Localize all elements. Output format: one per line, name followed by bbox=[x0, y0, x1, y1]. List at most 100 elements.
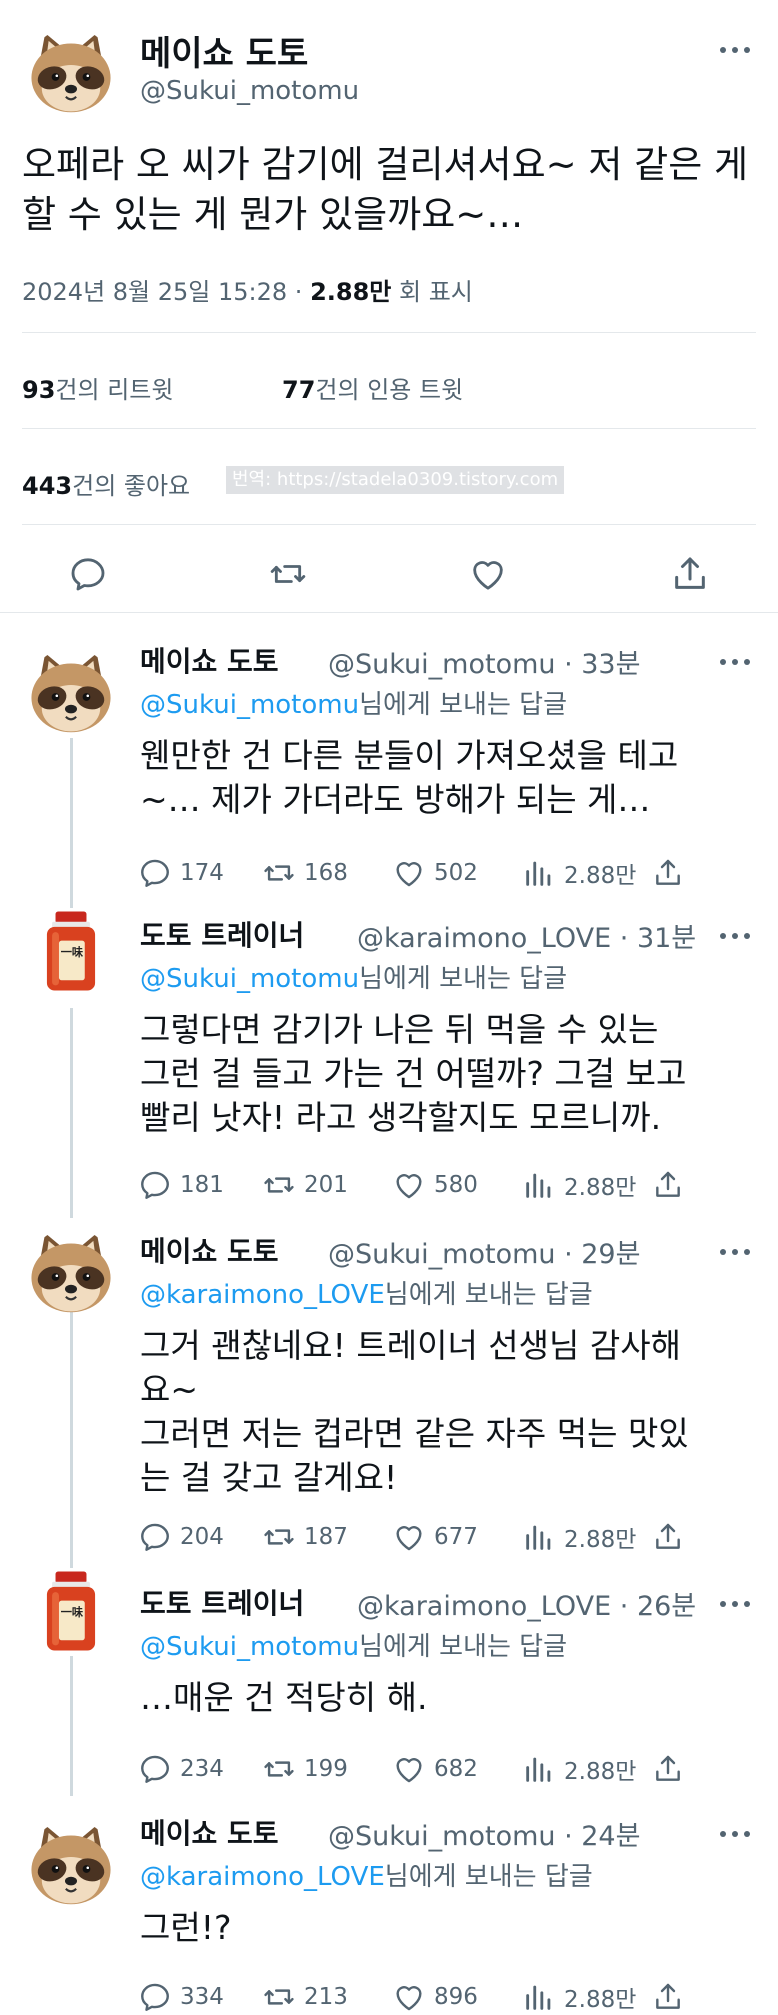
reply-icon bbox=[141, 1983, 169, 2011]
reply-to-handle-link[interactable]: @Sukui_motomu bbox=[140, 1632, 359, 1662]
likes-stat[interactable]: 443건의 좋아요 bbox=[22, 466, 190, 501]
reply-to-suffix: 님에게 보내는 답글 bbox=[359, 1632, 567, 1662]
like-count-button[interactable]: 502 bbox=[392, 856, 478, 890]
likes-count: 580 bbox=[434, 1172, 478, 1198]
thread-line bbox=[70, 1308, 73, 1568]
views-count: 2.88만 bbox=[564, 1527, 637, 1553]
views-icon bbox=[526, 1757, 551, 1782]
reply-author-handle[interactable]: @Sukui_motomu · 33분 bbox=[328, 642, 640, 681]
share-icon[interactable] bbox=[652, 1521, 684, 1553]
share-icon[interactable] bbox=[670, 554, 710, 594]
reply-to-line: @karaimono_LOVE님에게 보내는 답글 bbox=[140, 1856, 593, 1893]
raccoon-dog-icon bbox=[31, 1825, 111, 1905]
reply-author-handle[interactable]: @karaimono_LOVE · 26분 bbox=[357, 1584, 696, 1623]
author-name[interactable]: 메이쇼 도토 bbox=[140, 26, 308, 75]
views-count: 2.88만 bbox=[564, 1987, 637, 2013]
replies-count: 334 bbox=[180, 1984, 224, 2010]
reply-author-handle[interactable]: @karaimono_LOVE · 31분 bbox=[357, 916, 696, 955]
reply-author-name[interactable]: 도토 트레이너 bbox=[140, 1582, 304, 1622]
views-count-button[interactable]: 2.88만 bbox=[522, 1752, 636, 1786]
reply-count-button[interactable]: 174 bbox=[138, 856, 224, 890]
reply-author-name[interactable]: 도토 트레이너 bbox=[140, 914, 304, 954]
spice-jar-icon: 一味 bbox=[28, 908, 114, 994]
reply-count-button[interactable]: 181 bbox=[138, 1168, 224, 1202]
reply-count-button[interactable]: 334 bbox=[138, 1980, 224, 2014]
more-options-icon[interactable] bbox=[720, 926, 750, 946]
retweet-icon bbox=[264, 1989, 294, 2005]
views-count-button[interactable]: 2.88만 bbox=[522, 1980, 636, 2014]
retweets-count: 168 bbox=[304, 860, 348, 886]
share-icon[interactable] bbox=[652, 1169, 684, 1201]
reply-icon bbox=[141, 859, 169, 887]
views-icon bbox=[526, 1525, 551, 1550]
reply-to-handle-link[interactable]: @Sukui_motomu bbox=[140, 690, 359, 720]
like-icon bbox=[396, 1526, 422, 1551]
divider bbox=[0, 612, 778, 613]
reply-to-line: @Sukui_motomu님에게 보내는 답글 bbox=[140, 684, 567, 721]
jar-label: 一味 bbox=[61, 945, 84, 959]
author-handle[interactable]: @Sukui_motomu bbox=[140, 76, 359, 106]
reply-to-suffix: 님에게 보내는 답글 bbox=[384, 1862, 593, 1892]
views-count-button[interactable]: 2.88만 bbox=[522, 1520, 636, 1554]
reply-icon[interactable] bbox=[68, 554, 108, 594]
share-icon[interactable] bbox=[652, 1981, 684, 2013]
retweets-count: 201 bbox=[304, 1172, 348, 1198]
views-count-button[interactable]: 2.88만 bbox=[522, 1168, 636, 1202]
reply-to-handle-link[interactable]: @Sukui_motomu bbox=[140, 964, 359, 994]
reply-avatar[interactable]: 一味 bbox=[28, 1568, 114, 1654]
replies-count: 204 bbox=[180, 1524, 224, 1550]
raccoon-dog-icon bbox=[31, 33, 111, 113]
replies-count: 174 bbox=[180, 860, 224, 886]
reply-avatar[interactable] bbox=[28, 648, 114, 734]
reply-avatar[interactable] bbox=[28, 1228, 114, 1314]
tweet-date[interactable]: 2024년 8월 25일 15:28 · bbox=[22, 278, 310, 306]
views-count: 2.88만 bbox=[564, 863, 637, 889]
reply-to-handle-link[interactable]: @karaimono_LOVE bbox=[140, 1862, 385, 1892]
quotes-stat[interactable]: 77건의 인용 트윗 bbox=[282, 370, 463, 405]
reply-author-handle[interactable]: @Sukui_motomu · 29분 bbox=[328, 1232, 640, 1271]
more-options-icon[interactable] bbox=[720, 40, 750, 60]
retweet-icon bbox=[264, 1529, 294, 1545]
reply-to-handle-link[interactable]: @karaimono_LOVE bbox=[140, 1280, 385, 1310]
reply-text: 그렇다면 감기가 나은 뒤 먹을 수 있는 그런 걸 들고 가는 건 어떨까? … bbox=[140, 1010, 687, 1137]
reply-text: 웬만한 건 다른 분들이 가져오셨을 테고 ~… 제가 가더라도 방해가 되는 … bbox=[140, 736, 679, 819]
more-options-icon[interactable] bbox=[720, 652, 750, 672]
reply-text: …매운 건 적당히 해. bbox=[140, 1678, 428, 1717]
reply-author-name[interactable]: 메이쇼 도토 bbox=[140, 1812, 279, 1852]
views-icon bbox=[526, 1173, 551, 1198]
share-icon[interactable] bbox=[652, 857, 684, 889]
likes-count: 677 bbox=[434, 1524, 478, 1550]
thread-line bbox=[70, 1008, 73, 1218]
thread-line bbox=[70, 738, 73, 918]
reply-author-handle[interactable]: @Sukui_motomu · 24분 bbox=[328, 1814, 640, 1853]
like-count-button[interactable]: 677 bbox=[392, 1520, 478, 1554]
more-options-icon[interactable] bbox=[720, 1242, 750, 1262]
retweet-icon bbox=[264, 1177, 294, 1193]
reply-count-button[interactable]: 204 bbox=[138, 1520, 224, 1554]
author-avatar[interactable] bbox=[28, 28, 114, 114]
retweet-count-button[interactable]: 201 bbox=[262, 1168, 348, 1202]
more-options-icon[interactable] bbox=[720, 1824, 750, 1844]
retweets-stat[interactable]: 93건의 리트윗 bbox=[22, 370, 173, 405]
reply-author-name[interactable]: 메이쇼 도토 bbox=[140, 1230, 279, 1270]
views-count: 2.88만 bbox=[564, 1175, 637, 1201]
retweet-icon[interactable] bbox=[268, 554, 308, 594]
reply-to-suffix: 님에게 보내는 답글 bbox=[384, 1280, 593, 1310]
more-options-icon[interactable] bbox=[720, 1594, 750, 1614]
retweet-count-button[interactable]: 213 bbox=[262, 1980, 348, 2014]
share-icon[interactable] bbox=[652, 1753, 684, 1785]
like-count-button[interactable]: 682 bbox=[392, 1752, 478, 1786]
tweet-meta: 2024년 8월 25일 15:28 · 2.88만 회 표시 bbox=[22, 272, 473, 307]
like-icon[interactable] bbox=[468, 554, 508, 594]
like-count-button[interactable]: 896 bbox=[392, 1980, 478, 2014]
reply-count-button[interactable]: 234 bbox=[138, 1752, 224, 1786]
like-count-button[interactable]: 580 bbox=[392, 1168, 478, 1202]
retweet-icon bbox=[264, 865, 294, 881]
retweet-count-button[interactable]: 199 bbox=[262, 1752, 348, 1786]
retweet-count-button[interactable]: 168 bbox=[262, 856, 348, 890]
reply-avatar[interactable] bbox=[28, 1820, 114, 1906]
reply-author-name[interactable]: 메이쇼 도토 bbox=[140, 640, 279, 680]
reply-avatar[interactable]: 一味 bbox=[28, 908, 114, 994]
views-count-button[interactable]: 2.88만 bbox=[522, 856, 636, 890]
retweet-count-button[interactable]: 187 bbox=[262, 1520, 348, 1554]
